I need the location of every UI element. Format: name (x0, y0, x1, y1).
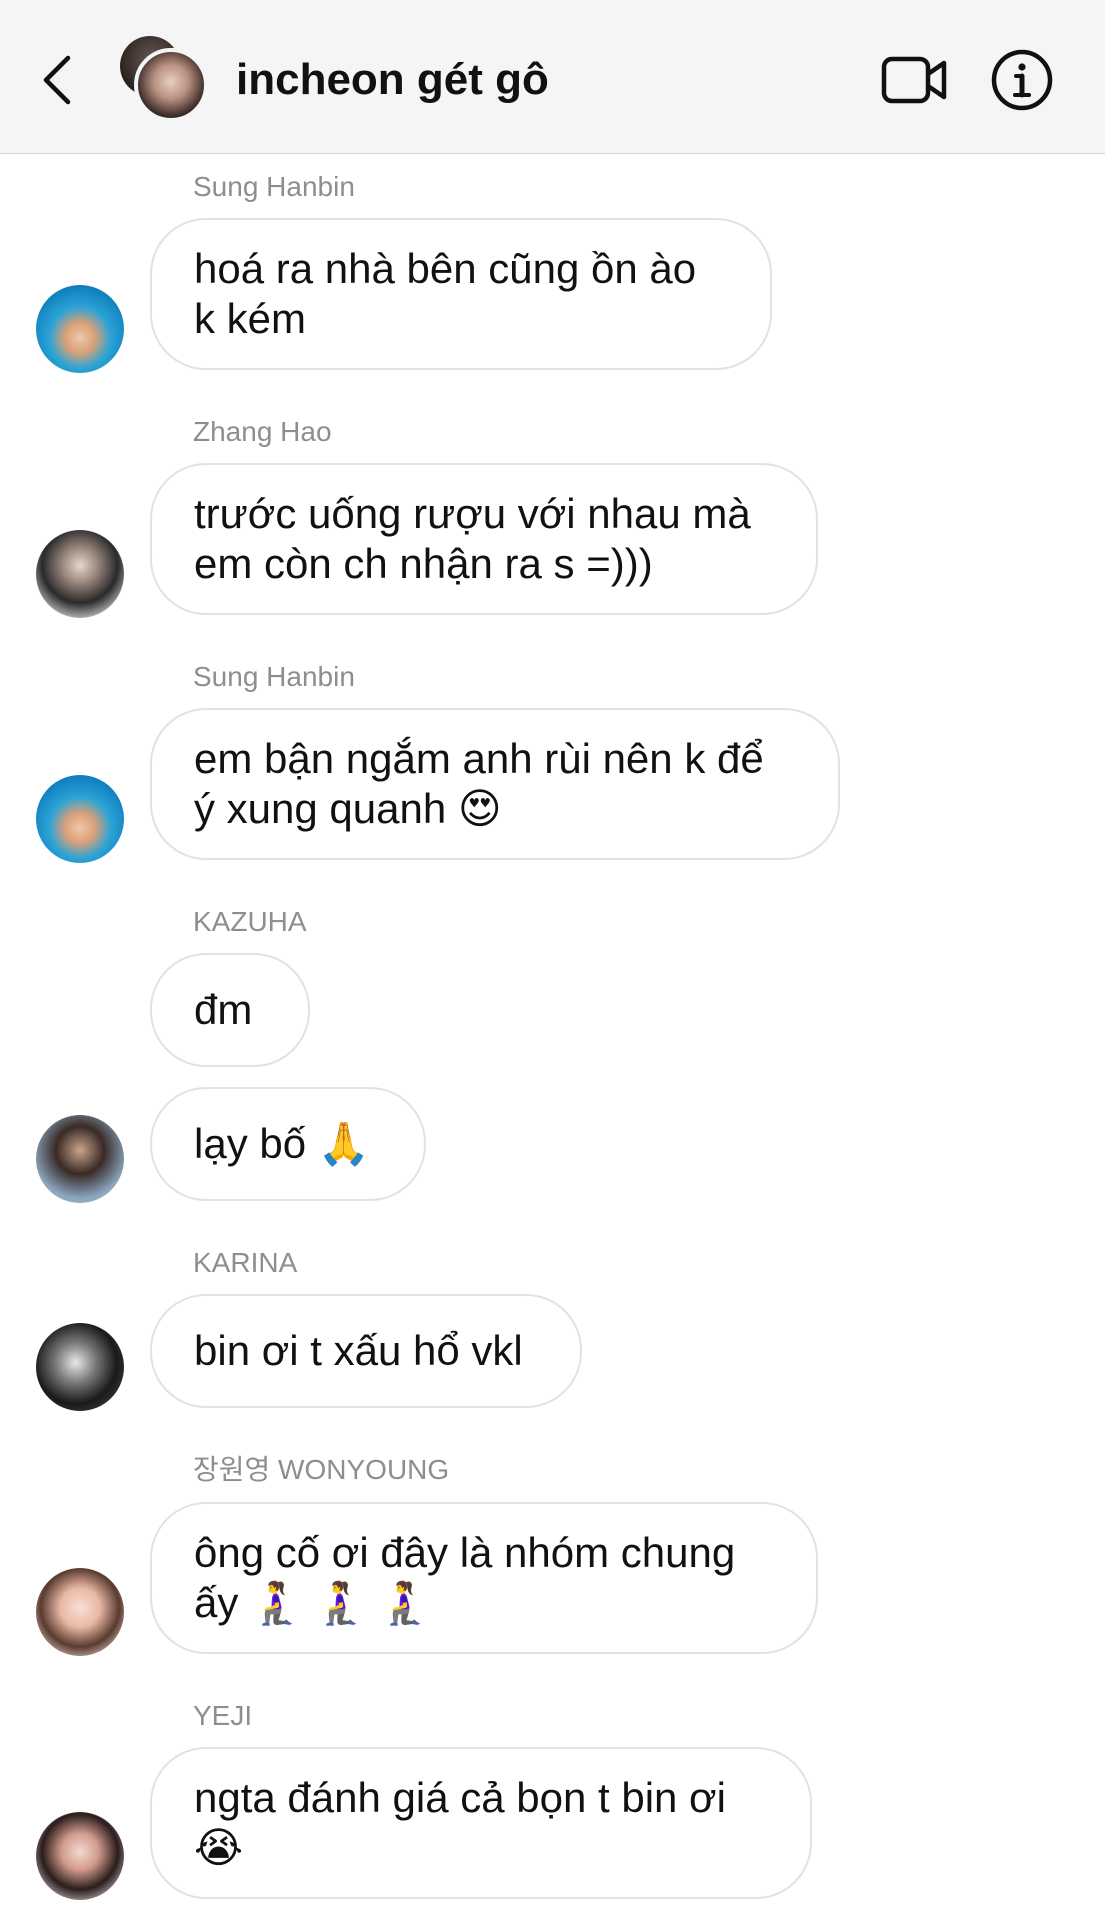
message-text: lạy bố 🙏 (194, 1120, 371, 1167)
back-button[interactable] (38, 50, 78, 110)
message-text: bin ơi t xấu hổ vkl (194, 1327, 523, 1374)
sender-name: 장원영 WONYOUNG (193, 1454, 450, 1485)
info-button[interactable] (990, 48, 1054, 112)
video-camera-icon (881, 56, 947, 104)
message-bubble[interactable]: hoá ra nhà bên cũng ồn ào k kém (150, 218, 772, 370)
message-bubble[interactable]: trước uống rượu với nhau mà em còn ch nh… (150, 463, 818, 615)
message-bubble[interactable]: đm (150, 953, 310, 1067)
avatar[interactable] (36, 1115, 124, 1203)
group-avatar-front (134, 48, 208, 122)
chevron-left-icon (43, 55, 71, 105)
sender-name: KAZUHA (193, 906, 307, 937)
message-bubble[interactable]: lạy bố 🙏 (150, 1087, 426, 1201)
message-bubble[interactable]: bin ơi t xấu hổ vkl (150, 1294, 582, 1408)
chat-header: incheon gét gô (0, 0, 1105, 154)
group-avatar[interactable] (118, 36, 218, 126)
message-bubble[interactable]: em bận ngắm anh rùi nên k để ý xung quan… (150, 708, 840, 860)
avatar[interactable] (36, 1568, 124, 1656)
message-text: đm (194, 986, 253, 1033)
video-call-button[interactable] (880, 50, 948, 110)
message-text: hoá ra nhà bên cũng ồn ào k kém (194, 245, 697, 342)
avatar[interactable] (36, 775, 124, 863)
avatar[interactable] (36, 285, 124, 373)
sender-name: Sung Hanbin (193, 661, 355, 692)
chat-title[interactable]: incheon gét gô (236, 52, 549, 108)
avatar[interactable] (36, 530, 124, 618)
info-circle-icon (991, 49, 1053, 111)
message-bubble[interactable]: ông cố ơi đây là nhóm chung ấy 🧎‍♀️ 🧎‍♀️… (150, 1502, 818, 1654)
sender-name: Zhang Hao (193, 416, 332, 447)
message-bubble[interactable]: ngta đánh giá cả bọn t bin ơi 😭 (150, 1747, 812, 1899)
message-text: ngta đánh giá cả bọn t bin ơi 😭 (194, 1774, 726, 1871)
avatar[interactable] (36, 1323, 124, 1411)
message-text: em bận ngắm anh rùi nên k để ý xung quan… (194, 735, 764, 832)
sender-name: Sung Hanbin (193, 171, 355, 202)
sender-name: YEJI (193, 1700, 253, 1731)
avatar[interactable] (36, 1812, 124, 1900)
message-text: trước uống rượu với nhau mà em còn ch nh… (194, 490, 751, 587)
message-text: ông cố ơi đây là nhóm chung ấy 🧎‍♀️ 🧎‍♀️… (194, 1529, 736, 1626)
sender-name: KARINA (193, 1247, 298, 1278)
